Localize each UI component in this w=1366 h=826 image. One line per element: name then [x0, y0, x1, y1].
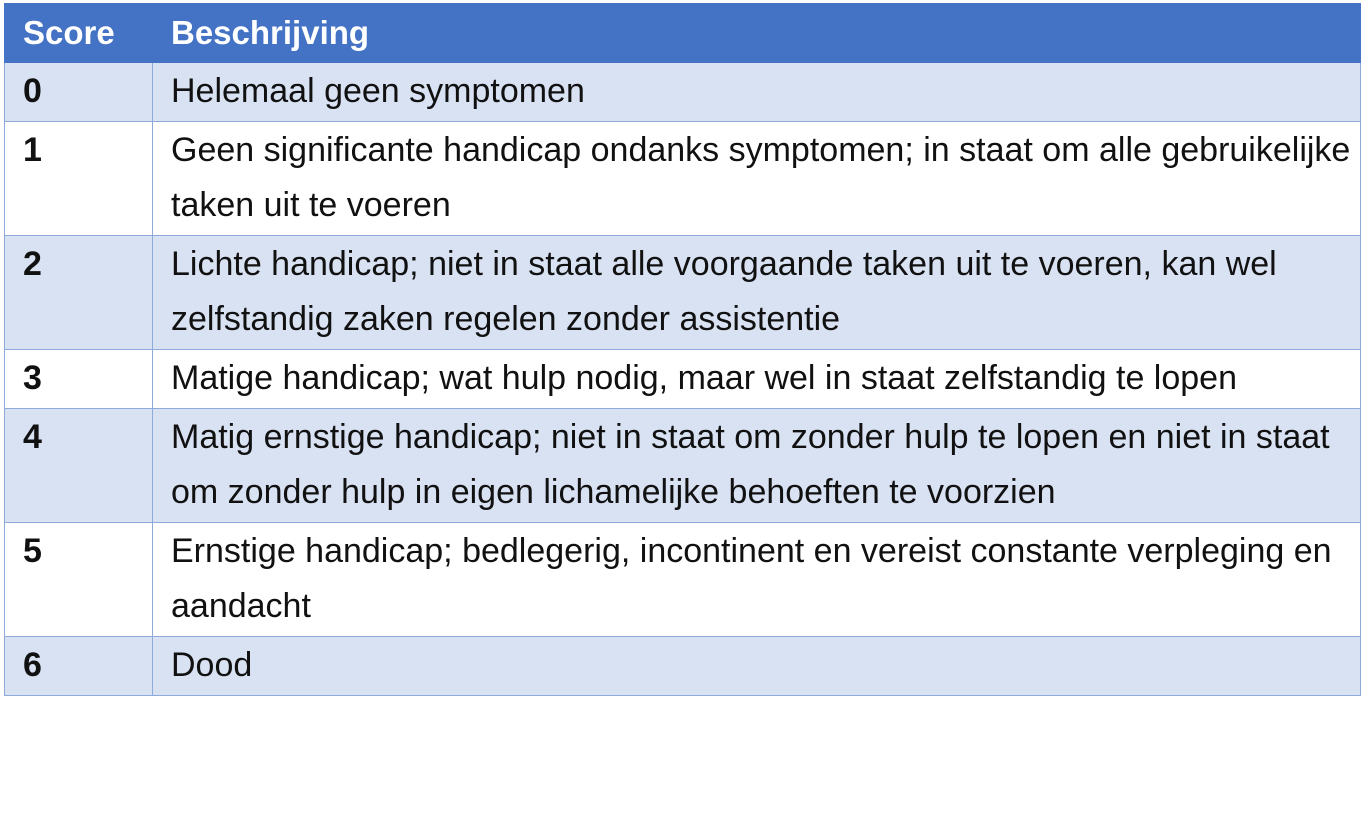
- score-cell: 4: [4, 408, 153, 523]
- score-table: Score Beschrijving 0 Helemaal geen sympt…: [4, 3, 1361, 696]
- table-row: 6 Dood: [4, 636, 1361, 696]
- score-cell: 1: [4, 121, 153, 236]
- score-cell: 5: [4, 522, 153, 637]
- table-row: 4 Matig ernstige handicap; niet in staat…: [4, 408, 1361, 523]
- description-cell: Lichte handicap; niet in staat alle voor…: [152, 235, 1361, 350]
- header-row: Score Beschrijving: [4, 3, 1361, 63]
- description-cell: Matige handicap; wat hulp nodig, maar we…: [152, 349, 1361, 409]
- description-cell: Matig ernstige handicap; niet in staat o…: [152, 408, 1361, 523]
- score-cell: 2: [4, 235, 153, 350]
- score-cell: 6: [4, 636, 153, 696]
- table-row: 3 Matige handicap; wat hulp nodig, maar …: [4, 349, 1361, 409]
- table-row: 2 Lichte handicap; niet in staat alle vo…: [4, 235, 1361, 350]
- table-row: 1 Geen significante handicap ondanks sym…: [4, 121, 1361, 236]
- description-cell: Geen significante handicap ondanks sympt…: [152, 121, 1361, 236]
- description-cell: Dood: [152, 636, 1361, 696]
- description-cell: Helemaal geen symptomen: [152, 62, 1361, 122]
- score-cell: 0: [4, 62, 153, 122]
- description-cell: Ernstige handicap; bedlegerig, incontine…: [152, 522, 1361, 637]
- table-row: 5 Ernstige handicap; bedlegerig, inconti…: [4, 522, 1361, 637]
- table-row: 0 Helemaal geen symptomen: [4, 62, 1361, 122]
- header-score: Score: [4, 3, 153, 63]
- header-description: Beschrijving: [152, 3, 1361, 63]
- score-cell: 3: [4, 349, 153, 409]
